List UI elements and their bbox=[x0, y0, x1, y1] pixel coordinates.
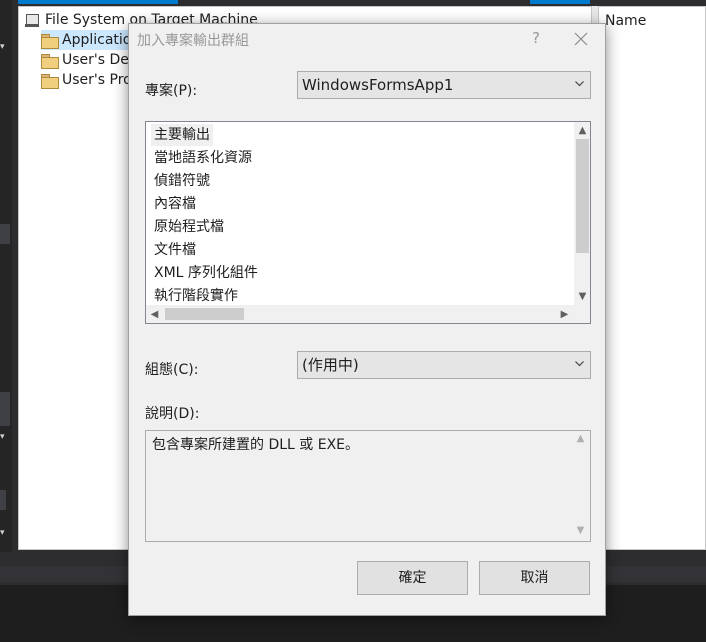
tree-item-users-desktop[interactable]: User's Des bbox=[41, 50, 136, 70]
computer-drive-icon bbox=[25, 13, 39, 27]
tree-item-users-programs[interactable]: User's Pro bbox=[41, 70, 132, 90]
ide-active-tab-accent[interactable] bbox=[18, 0, 178, 4]
tree-item-application-folder[interactable]: Applicatio bbox=[41, 30, 140, 50]
description-label: 說明(D): bbox=[145, 406, 200, 422]
tree-item-label: User's Pro bbox=[62, 72, 132, 88]
list-item[interactable]: XML 序列化組件 bbox=[151, 262, 261, 284]
list-item[interactable]: 內容檔 bbox=[151, 193, 199, 215]
scroll-up-icon: ▲ bbox=[576, 433, 585, 444]
close-icon[interactable] bbox=[569, 27, 593, 51]
dialog-title: 加入專案輸出群組 bbox=[137, 33, 249, 49]
list-item[interactable]: 原始程式檔 bbox=[151, 216, 227, 238]
configuration-dropdown-value: (作用中) bbox=[302, 356, 359, 374]
left-toolbar-marker[interactable] bbox=[0, 224, 10, 244]
project-dropdown[interactable]: WindowsFormsApp1 bbox=[297, 71, 591, 99]
scroll-down-icon[interactable]: ▼ bbox=[574, 288, 590, 305]
file-list-pane: Name bbox=[598, 6, 706, 550]
ide-tab-accent[interactable] bbox=[530, 0, 590, 4]
configuration-dropdown[interactable]: (作用中) bbox=[297, 351, 591, 379]
left-toolbar-panel bbox=[0, 392, 10, 426]
scroll-down-icon: ▼ bbox=[576, 525, 585, 536]
name-column-header[interactable]: Name bbox=[605, 13, 646, 29]
chevron-down-icon[interactable]: ▾ bbox=[0, 432, 8, 442]
project-dropdown-value: WindowsFormsApp1 bbox=[302, 76, 454, 94]
folder-icon bbox=[41, 73, 59, 89]
ide-left-toolbar: ▾ ▾ ▾ bbox=[0, 0, 12, 560]
horizontal-scroll-thumb[interactable] bbox=[165, 308, 244, 320]
ok-button[interactable]: 確定 bbox=[357, 561, 468, 595]
description-box: 包含專案所建置的 DLL 或 EXE。 ▲ ▼ bbox=[145, 430, 591, 542]
project-label: 專案(P): bbox=[145, 83, 198, 99]
left-toolbar-marker[interactable] bbox=[0, 490, 6, 510]
help-icon[interactable]: ? bbox=[525, 29, 547, 49]
tree-item-label: Applicatio bbox=[62, 32, 132, 48]
configuration-label: 組態(C): bbox=[145, 362, 199, 378]
cancel-button[interactable]: 取消 bbox=[479, 561, 590, 595]
folder-icon bbox=[41, 33, 59, 49]
scroll-up-icon[interactable]: ▲ bbox=[574, 122, 590, 139]
vertical-scroll-thumb[interactable] bbox=[576, 139, 589, 253]
tree-item-label: User's Des bbox=[62, 52, 137, 68]
list-item[interactable]: 當地語系化資源 bbox=[151, 147, 255, 169]
chevron-down-icon bbox=[575, 81, 584, 87]
list-item[interactable]: 偵錯符號 bbox=[151, 170, 213, 192]
add-project-output-group-dialog: 加入專案輸出群組 ? 專案(P): WindowsFormsApp1 主要輸出 … bbox=[128, 23, 606, 616]
list-item[interactable]: 文件檔 bbox=[151, 239, 199, 261]
scroll-right-icon[interactable]: ▶ bbox=[556, 306, 573, 323]
list-item[interactable]: 執行階段實作 bbox=[151, 285, 241, 307]
folder-icon bbox=[41, 53, 59, 69]
output-group-list[interactable]: 主要輸出 當地語系化資源 偵錯符號 內容檔 原始程式檔 文件檔 XML 序列化組… bbox=[145, 121, 591, 324]
list-item-primary-output[interactable]: 主要輸出 bbox=[151, 124, 213, 146]
scroll-left-icon[interactable]: ◀ bbox=[146, 306, 163, 323]
chevron-down-icon bbox=[575, 361, 584, 367]
description-text: 包含專案所建置的 DLL 或 EXE。 bbox=[152, 437, 360, 453]
chevron-down-icon[interactable]: ▾ bbox=[0, 42, 8, 52]
chevron-down-icon[interactable]: ▾ bbox=[0, 528, 8, 538]
